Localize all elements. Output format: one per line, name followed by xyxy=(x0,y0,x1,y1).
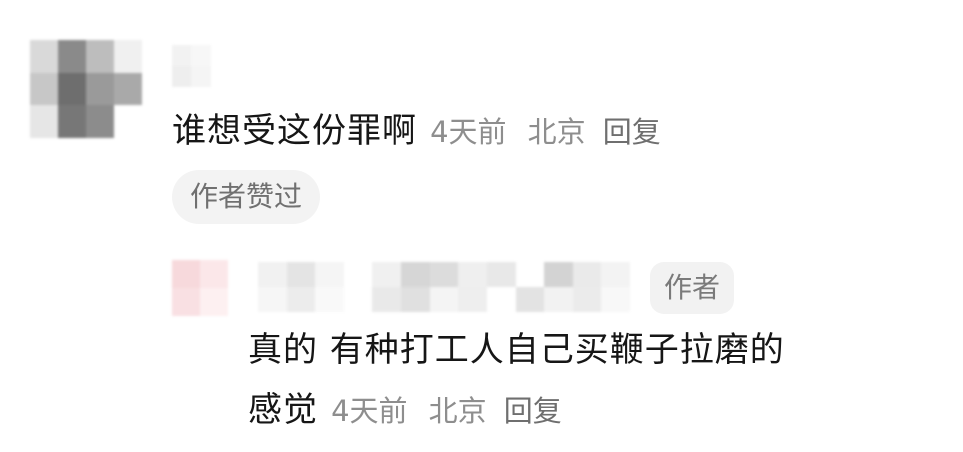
commenter-avatar[interactable] xyxy=(30,40,142,138)
main-comment-time: 4天前 xyxy=(430,115,507,149)
reply-comment: 感觉 4天前 北京 回复 xyxy=(248,393,562,427)
reply-comment-text-line1: 真的 有种打工人自己买鞭子拉磨的 xyxy=(248,330,785,370)
author-badge: 作者 xyxy=(650,262,735,314)
reply-comment-text-line2: 感觉 xyxy=(248,390,318,430)
reply-author-avatar[interactable] xyxy=(172,260,228,316)
liked-by-author-badge: 作者赞过 xyxy=(172,170,321,224)
main-comment: 谁想受这份罪啊 4天前 北京 回复 xyxy=(172,114,661,148)
main-comment-location: 北京 xyxy=(527,115,586,149)
reply-comment-reply-button[interactable]: 回复 xyxy=(504,394,562,428)
reply-comment-time: 4天前 xyxy=(331,394,408,428)
commenter-username[interactable] xyxy=(172,45,230,87)
main-comment-reply-button[interactable]: 回复 xyxy=(603,115,661,149)
reply-author-username[interactable] xyxy=(258,262,630,312)
main-comment-text: 谁想受这份罪啊 xyxy=(172,111,417,151)
reply-comment-location: 北京 xyxy=(428,394,487,428)
